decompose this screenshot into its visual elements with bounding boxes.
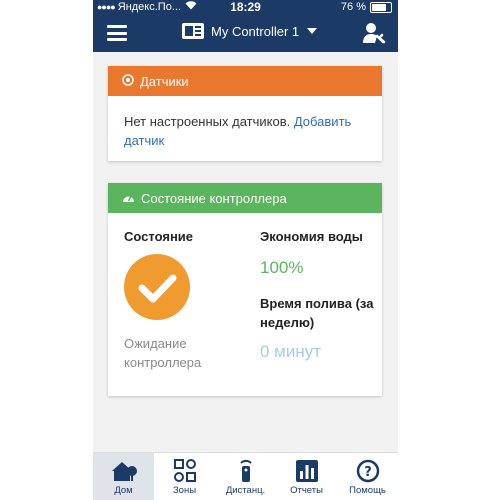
reports-icon — [295, 460, 318, 482]
tab-bar: Дом Зоны Дистанц. Отчеты ? Помощь — [93, 452, 398, 500]
battery-indicator: 76 % — [341, 0, 392, 14]
checkmark-icon — [124, 254, 190, 320]
phone-screen: ●●●● Яндекс.По... 18:29 76 % My Controll… — [93, 0, 398, 500]
state-label: Состояние — [124, 229, 194, 244]
tab-help[interactable]: ? Помощь — [337, 453, 398, 500]
controller-name: My Controller 1 — [211, 23, 300, 39]
sensors-card-header: Датчики — [108, 66, 382, 96]
stats-column: Экономия воды 100% Время полива (за неде… — [260, 229, 380, 362]
top-bar: My Controller 1 — [93, 14, 398, 52]
sensor-icon — [122, 73, 134, 89]
status-bar: ●●●● Яндекс.По... 18:29 76 % — [93, 0, 398, 14]
controller-icon — [181, 22, 205, 40]
tab-remote[interactable]: Дистанц. — [215, 453, 276, 500]
tab-reports[interactable]: Отчеты — [276, 453, 337, 500]
no-sensors-message: Нет настроенных датчиков. — [124, 114, 294, 129]
sensors-title: Датчики — [140, 73, 189, 89]
tab-home-label: Дом — [114, 485, 133, 496]
battery-icon — [370, 1, 392, 13]
controller-selector[interactable]: My Controller 1 — [181, 22, 318, 40]
watering-time-value: 0 минут — [260, 342, 322, 361]
user-settings-icon[interactable] — [362, 22, 386, 44]
chevron-down-icon — [307, 28, 318, 34]
battery-percent: 76 % — [340, 1, 366, 13]
sensors-card: Датчики Нет настроенных датчиков. Добави… — [108, 66, 382, 161]
tab-help-label: Помощь — [349, 485, 386, 496]
tab-reports-label: Отчеты — [290, 485, 323, 496]
state-text: Ожидание контроллера — [124, 336, 202, 370]
tab-zones-label: Зоны — [172, 485, 197, 496]
zones-icon — [173, 459, 196, 482]
svg-text:?: ? — [364, 465, 372, 480]
controller-status-card: Состояние контроллера Состояние Ожидание… — [108, 183, 382, 396]
state-column: Состояние Ожидание контроллера — [124, 229, 234, 372]
controller-status-title: Состояние контроллера — [141, 190, 287, 206]
tab-remote-label: Дистанц. — [225, 485, 266, 496]
tab-zones[interactable]: Зоны — [154, 453, 215, 500]
help-icon: ? — [356, 459, 379, 483]
sensors-body: Нет настроенных датчиков. Добавить датчи… — [108, 96, 382, 166]
water-saving-value: 100% — [260, 258, 304, 277]
tab-home[interactable]: Дом — [93, 453, 154, 500]
controller-status-header: Состояние контроллера — [108, 183, 382, 213]
menu-icon[interactable] — [107, 25, 127, 41]
home-icon — [111, 462, 137, 481]
remote-icon — [239, 459, 252, 482]
water-saving-label: Экономия воды — [260, 229, 363, 244]
dashboard-icon — [122, 191, 135, 206]
watering-time-label: Время полива (за неделю) — [260, 296, 374, 330]
